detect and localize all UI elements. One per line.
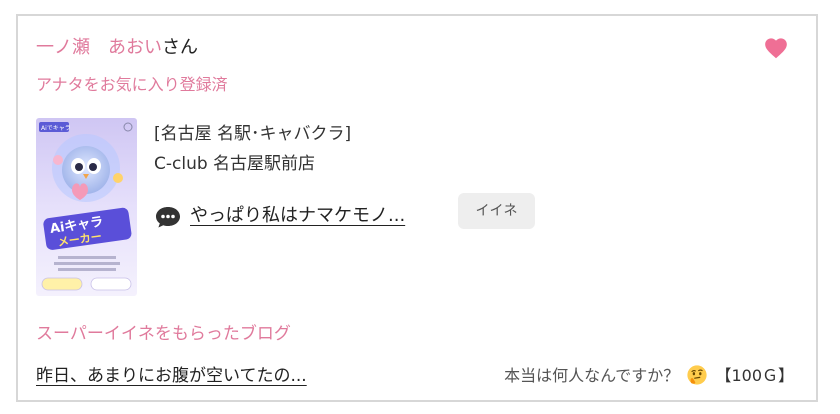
- shop-name[interactable]: C-club 名古屋駅前店: [154, 152, 315, 176]
- thumbnail-logo: Aiでキャラ: [41, 125, 71, 132]
- post-category: [名古屋 名駅･キャバクラ]: [154, 124, 352, 144]
- post-thumbnail[interactable]: Aiでキャラ Aiキャラ メーカー: [36, 118, 137, 296]
- super-iine-comment: 本当は何人なんですか？ 【100Ｇ】: [504, 364, 794, 388]
- iine-button[interactable]: イイネ: [458, 193, 535, 229]
- user-name[interactable]: 一ノ瀬 あおいさん: [36, 36, 198, 60]
- super-iine-heading: スーパーイイネをもらったブログ: [36, 324, 291, 344]
- heart-icon[interactable]: [763, 35, 789, 61]
- super-iine-points: 【100Ｇ】: [715, 366, 794, 385]
- comment-link[interactable]: やっぱり私はナマケモノ...: [190, 204, 405, 228]
- honorific: さん: [162, 37, 198, 58]
- thinking-face-emoji: [687, 365, 707, 385]
- super-iine-comment-text: 本当は何人なんですか？: [504, 366, 680, 385]
- notification-card: 一ノ瀬 あおいさん アナタをお気に入り登録済 Aiでキャラ Aiキャラ メーカー…: [16, 14, 818, 402]
- user-name-link[interactable]: 一ノ瀬 あおい: [36, 37, 162, 58]
- speech-bubble-icon: [156, 207, 180, 228]
- blog-title-link[interactable]: 昨日、あまりにお腹が空いてたの...: [36, 364, 307, 388]
- favorite-status: アナタをお気に入り登録済: [36, 75, 228, 94]
